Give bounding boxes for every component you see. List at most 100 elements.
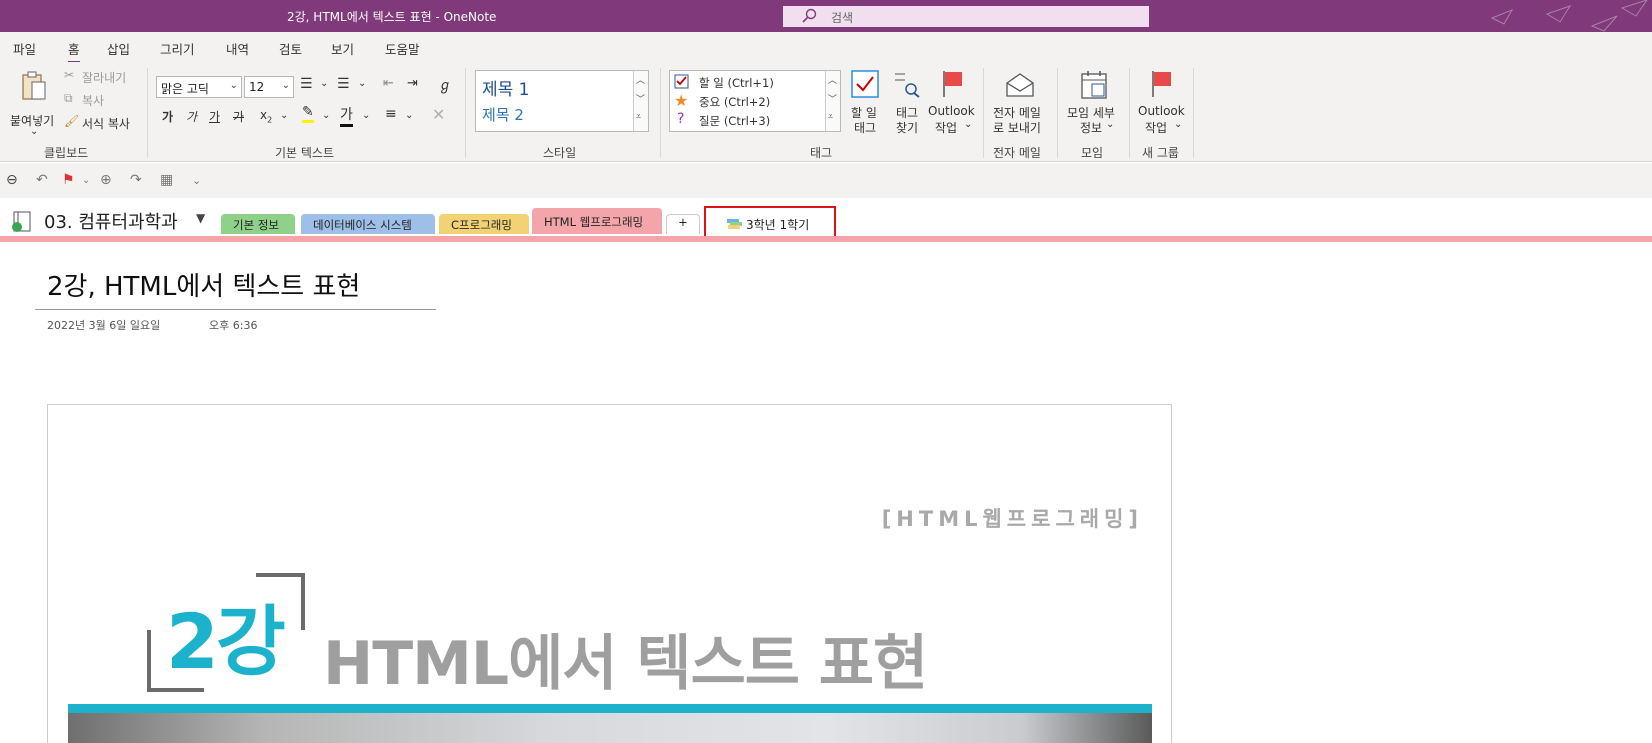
decrease-indent-icon[interactable]: ⇤ — [383, 76, 394, 91]
bullets-icon[interactable]: ☰ — [300, 76, 313, 92]
add-section-button[interactable]: + — [666, 214, 700, 234]
todo-tag-button[interactable]: 할 일 태그 — [846, 66, 884, 142]
image-subject: [HTML웹프로그래밍] — [881, 507, 1143, 531]
chevron-up-icon[interactable]: ︿ — [828, 73, 837, 86]
outlook-task-line2: 작업 — [935, 121, 958, 135]
tab-insert[interactable]: 삽입 — [107, 39, 130, 58]
tab-history[interactable]: 내역 — [226, 39, 249, 58]
outlook-task-button[interactable]: Outlook 작업 ⌄ — [928, 66, 978, 142]
flag-icon[interactable]: ⚑ — [62, 172, 75, 188]
back-icon[interactable]: ⊖ — [6, 172, 18, 188]
tab-help[interactable]: 도움말 — [385, 39, 420, 58]
chevron-down-icon[interactable]: ⌄ — [82, 175, 90, 186]
group-label-new-group: 새 그룹 — [1142, 146, 1179, 160]
search-box[interactable]: 검색 — [783, 6, 1149, 27]
format-painter-button[interactable]: 🖌 서식 복사 — [64, 114, 139, 132]
styles-gallery[interactable]: 제목 1 제목 2 ︿ ﹀ ⩡ — [475, 70, 649, 132]
style-heading-1[interactable]: 제목 1 — [482, 75, 530, 100]
find-tags-icon — [895, 73, 920, 98]
highlighter-icon[interactable]: ✎ — [302, 104, 314, 123]
copy-button[interactable]: ⧉ 복사 — [64, 91, 134, 109]
lecture-cover-image[interactable]: [HTML웹프로그래밍] 2강 HTML에서 텍스트 표현 — [47, 404, 1172, 743]
checkbox-icon — [674, 74, 689, 89]
image-accent-bar — [68, 704, 1152, 713]
style-heading-2[interactable]: 제목 2 — [482, 104, 524, 125]
section-group-icon — [727, 219, 742, 229]
underline-button[interactable]: 가 — [209, 108, 220, 125]
chevron-down-icon[interactable]: ⌄ — [322, 110, 330, 121]
customize-icon[interactable]: ⌄ — [192, 174, 201, 187]
notebook-name[interactable]: 03. 컴퓨터과학과 — [44, 208, 178, 234]
tag-important[interactable]: ★ 중요 (Ctrl+2) — [674, 91, 824, 110]
increase-indent-icon[interactable]: ⇥ — [407, 76, 418, 91]
meeting-details-button[interactable]: 모임 세부 정보 ⌄ — [1064, 66, 1124, 142]
strikethrough-button[interactable]: 가 — [233, 108, 244, 125]
clear-format-icon[interactable]: ℊ — [438, 75, 452, 95]
email-page-button[interactable]: 전자 메일 로 보내기 — [990, 66, 1050, 142]
bold-button[interactable]: 가 — [162, 108, 173, 125]
clipboard-icon — [22, 71, 46, 100]
section-tab-database[interactable]: 데이터베이스 시스템 — [301, 214, 435, 234]
tab-file[interactable]: 파일 — [13, 39, 36, 58]
search-icon — [802, 8, 817, 23]
chevron-down-icon[interactable]: ⌄ — [358, 78, 366, 89]
caret-down-icon[interactable]: ▼ — [196, 211, 205, 225]
undo-icon[interactable]: ↶ — [36, 172, 48, 188]
section-group-tab[interactable]: 3학년 1학기 — [704, 206, 836, 238]
chevron-down-icon[interactable]: ⌄ — [280, 110, 288, 121]
page-title[interactable]: 2강, HTML에서 텍스트 표현 — [47, 266, 360, 303]
ribbon: 붙여넣기 ⌄ ✂ 잘라내기 ⧉ 복사 🖌 서식 복사 클립보드 맑은 고딕 ⌄ … — [0, 62, 1652, 162]
font-name-select[interactable]: 맑은 고딕 ⌄ — [156, 76, 242, 98]
tag-todo[interactable]: 할 일 (Ctrl+1) — [674, 73, 824, 91]
group-label-styles: 스타일 — [543, 146, 577, 160]
tab-view[interactable]: 보기 — [331, 39, 354, 58]
numbering-icon[interactable]: ☰ — [337, 76, 350, 92]
delete-icon[interactable]: ✕ — [432, 105, 445, 124]
tab-review[interactable]: 검토 — [279, 39, 302, 58]
flag-icon — [1152, 71, 1171, 97]
subscript-button[interactable]: x2 — [260, 108, 272, 124]
tab-home[interactable]: 홈 — [68, 39, 80, 64]
find-tags-button[interactable]: 태그 찾기 — [888, 66, 926, 142]
cut-button[interactable]: ✂ 잘라내기 — [64, 68, 134, 86]
styles-gallery-scroll[interactable]: ︿ ﹀ ⩡ — [633, 71, 648, 131]
chevron-down-icon[interactable]: ﹀ — [828, 92, 837, 105]
more-icon[interactable]: ⩡ — [636, 112, 641, 122]
chevron-down-icon: ⌄ — [281, 80, 290, 91]
title-bar: 2강, HTML에서 텍스트 표현 - OneNote 검색 — [0, 0, 1652, 32]
chevron-down-icon[interactable]: ⌄ — [362, 110, 370, 121]
tag-todo-label: 할 일 (Ctrl+1) — [699, 76, 774, 90]
chevron-down-icon[interactable]: ﹀ — [636, 92, 645, 105]
chevron-down-icon[interactable]: ⌄ — [320, 78, 328, 89]
paste-button[interactable]: 붙여넣기 ⌄ — [8, 68, 60, 138]
calendar-icon — [1081, 71, 1107, 99]
tab-draw[interactable]: 그리기 — [160, 39, 195, 58]
section-tab-html-active[interactable]: HTML 웹프로그래밍 — [532, 208, 662, 234]
scissors-icon: ✂ — [64, 68, 75, 82]
chevron-down-icon: ⌄ — [30, 126, 39, 137]
ribbon-tabs: 파일 홈 삽입 그리기 내역 검토 보기 도움말 — [0, 32, 1652, 64]
group-label-meetings: 모임 — [1081, 146, 1104, 160]
section-tab-basic-info[interactable]: 기본 정보 — [221, 214, 295, 234]
more-icon[interactable]: ⩡ — [828, 112, 833, 122]
italic-button[interactable]: 가 — [186, 108, 197, 125]
forward-icon[interactable]: ⊕ — [100, 172, 112, 188]
chevron-down-icon[interactable]: ⌄ — [405, 110, 413, 121]
notebook-icon[interactable] — [10, 211, 36, 233]
group-separator — [660, 68, 661, 158]
tag-question-label: 질문 (Ctrl+3) — [699, 114, 771, 128]
font-size-select[interactable]: 12 ⌄ — [244, 76, 294, 98]
chevron-up-icon[interactable]: ︿ — [636, 73, 645, 86]
tags-gallery[interactable]: 할 일 (Ctrl+1) ★ 중요 (Ctrl+2) ? 질문 (Ctrl+3)… — [669, 70, 841, 132]
tag-question[interactable]: ? 질문 (Ctrl+3) — [674, 111, 824, 129]
new-group-outlook-task-button[interactable]: Outlook 작업 ⌄ — [1136, 66, 1188, 142]
email-line2: 로 보내기 — [993, 121, 1041, 135]
redo-icon[interactable]: ↷ — [130, 172, 142, 188]
font-color-icon[interactable]: 가 — [340, 104, 353, 127]
group-label-tags: 태그 — [810, 146, 833, 160]
new-group-line1: Outlook — [1138, 104, 1185, 118]
table-icon[interactable]: ▦ — [160, 172, 173, 188]
align-icon[interactable]: ≡ — [385, 106, 397, 122]
tags-gallery-scroll[interactable]: ︿ ﹀ ⩡ — [825, 71, 840, 131]
section-tab-c-programming[interactable]: C프로그래밍 — [439, 214, 529, 234]
